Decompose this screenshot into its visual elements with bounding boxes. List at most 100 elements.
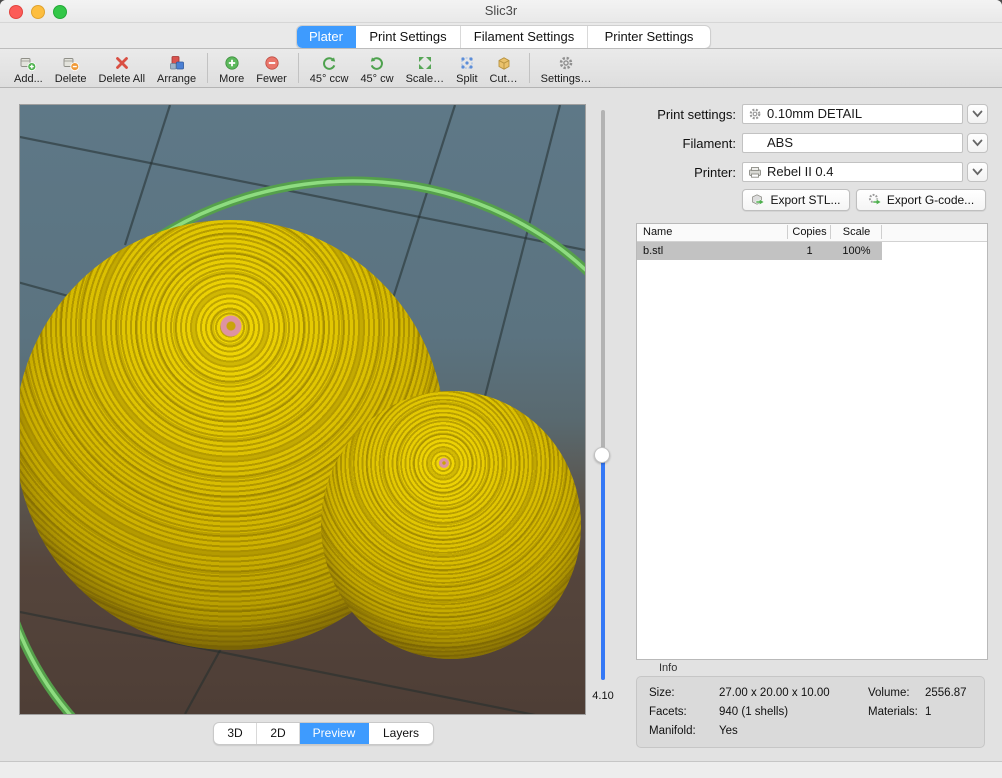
preset-gear-icon <box>748 107 762 124</box>
window-title: Slic3r <box>0 3 1002 18</box>
toolbar-label: Scale… <box>406 73 445 85</box>
toolbar-label: Delete All <box>99 73 145 85</box>
chevron-down-icon <box>972 139 983 147</box>
title-bar: Slic3r <box>0 0 1002 23</box>
rotate-ccw-icon <box>321 54 337 72</box>
add-button[interactable]: Add... <box>8 50 49 86</box>
settings-button[interactable]: Settings… <box>535 50 598 86</box>
volume-value: 2556.87 <box>925 684 967 703</box>
cut-button[interactable]: Cut… <box>484 50 524 86</box>
layer-slider-track[interactable] <box>601 110 605 680</box>
small-sphere-top-infill <box>438 457 450 469</box>
cut-icon <box>496 54 512 72</box>
volume-label: Volume: <box>868 684 910 703</box>
table-row[interactable]: b.stl 1 100% <box>637 242 987 260</box>
layer-slider-thumb[interactable] <box>594 447 610 463</box>
toolbar-separator <box>298 53 299 83</box>
print-settings-value: 0.10mm DETAIL <box>767 106 862 121</box>
materials-value: 1 <box>925 703 931 722</box>
export-stl-icon <box>751 193 765 207</box>
materials-label: Materials: <box>868 703 918 722</box>
cell-name: b.stl <box>643 242 663 260</box>
printer-select[interactable]: Rebel II 0.4 <box>742 162 963 182</box>
printer-icon <box>748 165 762 182</box>
fewer-icon <box>264 54 280 72</box>
toolbar-label: Settings… <box>541 73 592 85</box>
facets-label: Facets: <box>649 703 687 722</box>
status-bar <box>0 761 1002 778</box>
split-icon <box>459 54 475 72</box>
toolbar-label: Arrange <box>157 73 196 85</box>
split-button[interactable]: Split <box>450 50 483 86</box>
toolbar-separator <box>207 53 208 83</box>
tab-print-settings[interactable]: Print Settings <box>356 26 461 48</box>
add-box-icon <box>19 54 37 72</box>
scale-button[interactable]: Scale… <box>400 50 451 86</box>
toolbar-label: Split <box>456 73 477 85</box>
rotate-cw-button[interactable]: 45° cw <box>354 50 399 86</box>
column-header-scale[interactable]: Scale <box>831 226 882 238</box>
export-gcode-label: Export G-code... <box>887 193 974 207</box>
print-settings-select[interactable]: 0.10mm DETAIL <box>742 104 963 124</box>
filament-value: ABS <box>767 135 793 150</box>
object-list-table[interactable]: Name Copies Scale b.stl 1 100% <box>636 223 988 660</box>
view-tab-layers[interactable]: Layers <box>369 723 433 744</box>
rotate-cw-icon <box>369 54 385 72</box>
info-section-title: Info <box>659 662 677 674</box>
toolbar-separator <box>529 53 530 83</box>
view-mode-tabs: 3D 2D Preview Layers <box>213 722 434 745</box>
toolbar-label: Cut… <box>490 73 518 85</box>
print-settings-dropdown-button[interactable] <box>967 104 988 124</box>
export-stl-button[interactable]: Export STL... <box>742 189 850 211</box>
more-button[interactable]: More <box>213 50 250 86</box>
manifold-label: Manifold: <box>649 722 696 741</box>
size-label: Size: <box>649 684 675 703</box>
fewer-button[interactable]: Fewer <box>250 50 293 86</box>
settings-gear-icon <box>558 54 574 72</box>
arrange-button[interactable]: Arrange <box>151 50 202 86</box>
view-tab-3d[interactable]: 3D <box>214 723 257 744</box>
view-tab-2d[interactable]: 2D <box>257 723 300 744</box>
chevron-down-icon <box>972 168 983 176</box>
view-tab-preview[interactable]: Preview <box>300 723 369 744</box>
slic3r-window: Slic3r Plater Print Settings Filament Se… <box>0 0 1002 778</box>
main-tab-bar: Plater Print Settings Filament Settings … <box>0 23 1002 48</box>
sliced-model-small-sphere[interactable] <box>321 391 581 659</box>
printer-value: Rebel II 0.4 <box>767 164 834 179</box>
printer-dropdown-button[interactable] <box>967 162 988 182</box>
rotate-ccw-button[interactable]: 45° ccw <box>304 50 355 86</box>
delete-box-icon <box>62 54 80 72</box>
tab-plater[interactable]: Plater <box>297 26 356 48</box>
export-stl-label: Export STL... <box>770 193 840 207</box>
column-divider <box>830 225 831 239</box>
info-box: Size: 27.00 x 20.00 x 10.00 Volume: 2556… <box>636 676 985 748</box>
size-value: 27.00 x 20.00 x 10.00 <box>719 684 830 703</box>
arrange-icon <box>168 54 186 72</box>
toolbar-label: 45° ccw <box>310 73 349 85</box>
print-settings-label: Print settings: <box>636 107 736 122</box>
scale-icon <box>417 54 433 72</box>
delete-all-icon <box>114 54 130 72</box>
column-header-name[interactable]: Name <box>643 226 672 238</box>
column-divider <box>881 225 882 239</box>
delete-all-button[interactable]: Delete All <box>93 50 151 86</box>
column-header-copies[interactable]: Copies <box>788 226 831 238</box>
large-sphere-top-infill <box>218 313 244 339</box>
toolbar-label: 45° cw <box>360 73 393 85</box>
delete-button[interactable]: Delete <box>49 50 93 86</box>
filament-select[interactable]: ABS <box>742 133 963 153</box>
layer-slider-value: 4.10 <box>583 690 623 702</box>
toolbar-label: Delete <box>55 73 87 85</box>
export-gcode-icon <box>868 193 882 207</box>
printer-label: Printer: <box>636 165 736 180</box>
object-table-header: Name Copies Scale <box>637 224 987 242</box>
tab-printer-settings[interactable]: Printer Settings <box>588 26 710 48</box>
cell-scale: 100% <box>831 242 882 260</box>
filament-dropdown-button[interactable] <box>967 133 988 153</box>
export-gcode-button[interactable]: Export G-code... <box>856 189 986 211</box>
chevron-down-icon <box>972 110 983 118</box>
tab-filament-settings[interactable]: Filament Settings <box>461 26 588 48</box>
3d-preview-canvas[interactable] <box>19 104 586 715</box>
facets-value: 940 (1 shells) <box>719 703 788 722</box>
column-divider <box>787 225 788 239</box>
